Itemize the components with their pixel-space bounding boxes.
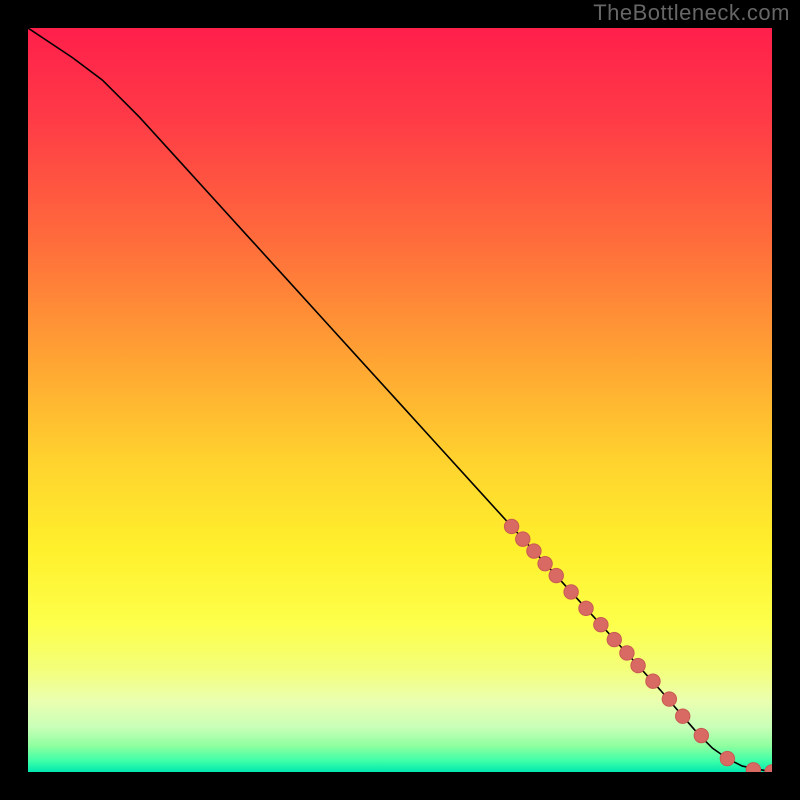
watermark-text: TheBottleneck.com <box>593 0 790 26</box>
data-point <box>720 751 734 765</box>
data-point <box>607 632 621 646</box>
data-point <box>694 728 708 742</box>
data-point <box>504 519 518 533</box>
data-point <box>676 709 690 723</box>
data-point <box>564 585 578 599</box>
chart-svg <box>28 28 772 772</box>
plot-area <box>28 28 772 772</box>
data-point <box>594 617 608 631</box>
chart-frame: TheBottleneck.com <box>0 0 800 800</box>
data-point <box>579 601 593 615</box>
data-point <box>620 646 634 660</box>
data-point <box>516 532 530 546</box>
data-point <box>646 674 660 688</box>
data-point <box>631 658 645 672</box>
data-point <box>549 568 563 582</box>
data-point <box>662 692 676 706</box>
data-point <box>527 544 541 558</box>
gradient-background <box>28 28 772 772</box>
data-point <box>538 556 552 570</box>
data-point <box>746 763 760 772</box>
